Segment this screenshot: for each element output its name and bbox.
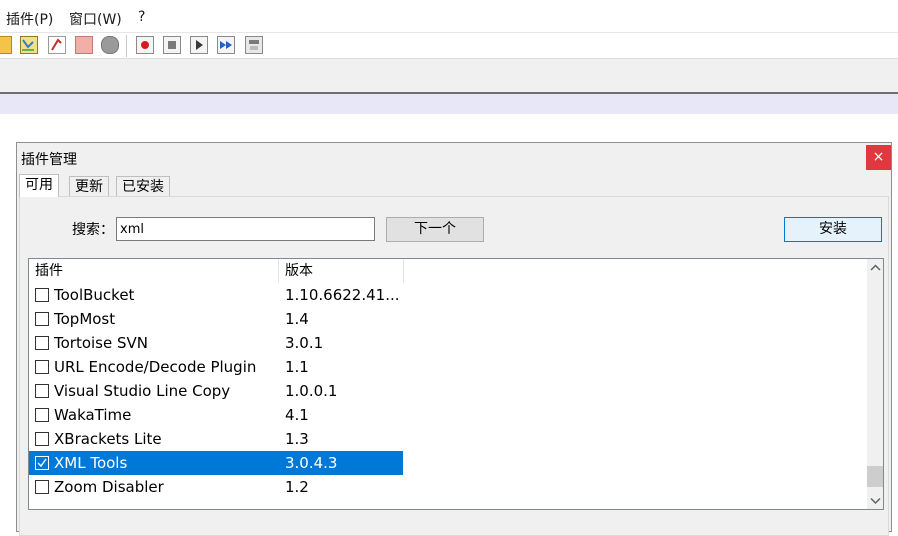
menu-bar: 插件(P) 窗口(W) ? — [0, 0, 898, 32]
toolbar — [0, 32, 898, 59]
plugin-version: 4.1 — [285, 406, 309, 424]
list-item[interactable]: URL Encode/Decode Plugin 1.1 — [29, 355, 403, 379]
plugin-version: 1.0.0.1 — [285, 382, 338, 400]
list-item[interactable]: XML Tools 3.0.4.3 — [29, 451, 403, 475]
list-item[interactable]: Visual Studio Line Copy 1.0.0.1 — [29, 379, 403, 403]
plugin-version: 1.1 — [285, 358, 309, 376]
plugin-checkbox[interactable] — [35, 288, 49, 302]
list-item[interactable]: Tortoise SVN 3.0.1 — [29, 331, 403, 355]
search-input[interactable] — [116, 217, 375, 241]
record-macro-icon[interactable] — [136, 36, 154, 54]
plugin-version: 1.10.6622.41... — [285, 286, 400, 304]
cloud-icon[interactable] — [101, 36, 119, 54]
tab-installed[interactable]: 已安装 — [116, 176, 170, 196]
list-item[interactable]: ToolBucket 1.10.6622.41... — [29, 283, 403, 307]
plugin-version: 1.4 — [285, 310, 309, 328]
plugin-name: XBrackets Lite — [54, 430, 162, 448]
map-icon[interactable] — [20, 36, 38, 54]
plugin-version: 1.2 — [285, 478, 309, 496]
plugin-name: Zoom Disabler — [54, 478, 164, 496]
function-list-icon[interactable] — [48, 36, 66, 54]
close-button[interactable]: × — [866, 145, 891, 170]
column-header-version[interactable]: 版本 — [279, 259, 403, 283]
plugin-checkbox[interactable] — [35, 336, 49, 350]
dialog-title: 插件管理 — [21, 152, 77, 168]
plugin-name: TopMost — [54, 310, 116, 328]
menu-plugins[interactable]: 插件(P) — [6, 9, 53, 29]
search-label: 搜索： — [72, 222, 114, 238]
plugin-name: ToolBucket — [54, 286, 135, 304]
plugin-checkbox[interactable] — [35, 360, 49, 374]
tab-panel-available: 搜索： 下一个 安装 插件 版本 ToolBucket 1.10.6622.41.… — [19, 196, 889, 536]
plugin-checkbox[interactable] — [35, 432, 49, 446]
column-header-plugin[interactable]: 插件 — [29, 259, 278, 283]
plugin-list[interactable]: 插件 版本 ToolBucket 1.10.6622.41... TopMost 1.… — [28, 258, 884, 510]
plugin-checkbox[interactable] — [35, 384, 49, 398]
folder-icon[interactable] — [75, 36, 93, 54]
scroll-up-icon[interactable] — [867, 259, 883, 276]
list-item[interactable]: WakaTime 4.1 — [29, 403, 403, 427]
tab-bar-area — [0, 58, 898, 93]
column-divider[interactable] — [403, 259, 404, 283]
vertical-scrollbar[interactable] — [867, 259, 883, 509]
close-icon[interactable]: × — [873, 149, 885, 165]
tab-updates[interactable]: 更新 — [69, 176, 109, 196]
editor-current-line — [0, 94, 898, 114]
list-item[interactable]: TopMost 1.4 — [29, 307, 403, 331]
install-button[interactable]: 安装 — [784, 217, 882, 242]
plugin-name: Visual Studio Line Copy — [54, 382, 231, 400]
plugin-version: 3.0.4.3 — [285, 454, 338, 472]
list-item[interactable]: XBrackets Lite 1.3 — [29, 427, 403, 451]
run-multiple-icon[interactable] — [217, 36, 235, 54]
save-macro-icon[interactable] — [245, 36, 263, 54]
plugin-name: Tortoise SVN — [54, 334, 148, 352]
scrollbar-thumb[interactable] — [867, 466, 883, 487]
play-icon[interactable] — [190, 36, 208, 54]
plugin-checkbox[interactable] — [35, 312, 49, 326]
menu-window[interactable]: 窗口(W) — [69, 9, 122, 29]
plugin-version: 1.3 — [285, 430, 309, 448]
scroll-down-icon[interactable] — [867, 492, 883, 509]
plugins-admin-dialog: 插件管理 × 可用 更新 已安装 搜索： 下一个 安装 插件 版本 ToolBu… — [16, 142, 892, 536]
plugin-name: XML Tools — [54, 454, 128, 472]
plugin-checkbox[interactable] — [35, 456, 49, 470]
plugin-name: WakaTime — [54, 406, 132, 424]
plugin-checkbox[interactable] — [35, 480, 49, 494]
plugin-version: 3.0.1 — [285, 334, 324, 352]
plugin-name: URL Encode/Decode Plugin — [54, 358, 257, 376]
edit-tools-icon[interactable] — [0, 36, 12, 54]
tab-available[interactable]: 可用 — [19, 174, 59, 197]
stop-icon[interactable] — [163, 36, 181, 54]
toolbar-separator — [126, 35, 127, 57]
list-header: 插件 版本 — [29, 259, 867, 283]
next-button[interactable]: 下一个 — [386, 217, 484, 242]
list-item[interactable]: Zoom Disabler 1.2 — [29, 475, 403, 499]
menu-help[interactable]: ? — [138, 9, 145, 25]
plugin-checkbox[interactable] — [35, 408, 49, 422]
